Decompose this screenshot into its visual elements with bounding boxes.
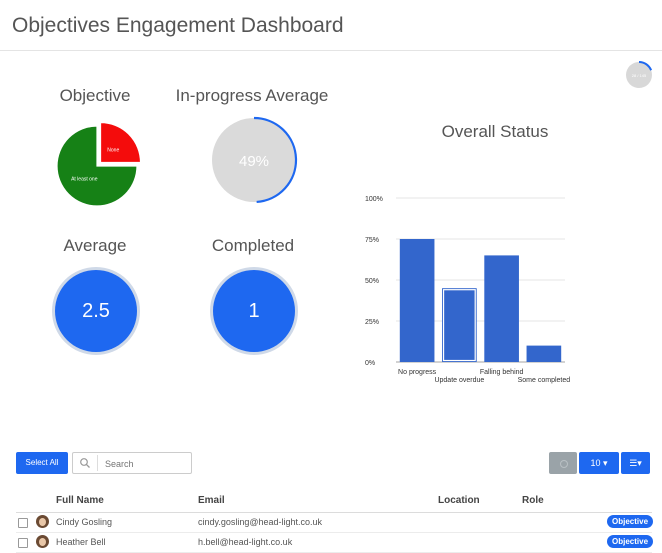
objective-badge: Objective	[607, 515, 654, 528]
average-title: Average	[63, 236, 127, 255]
select-all-button[interactable]: Select All	[16, 452, 68, 474]
table-row[interactable]: Cindy Gosling cindy.gosling@head-light.c…	[16, 512, 654, 533]
avatar	[36, 515, 49, 528]
objective-pie-chart: None At least one	[56, 121, 140, 207]
header-full-name[interactable]: Full Name	[56, 495, 104, 506]
refresh-button[interactable]	[549, 452, 577, 474]
refresh-icon	[560, 460, 568, 468]
y-tick-label: 25%	[365, 319, 379, 326]
search-icon	[80, 458, 90, 468]
objective-badge: Objective	[607, 535, 654, 548]
row-checkbox[interactable]	[18, 518, 28, 528]
x-tick-label: Some completed	[518, 377, 571, 384]
status-bar[interactable]	[399, 239, 435, 362]
y-tick-label: 100%	[365, 196, 383, 203]
status-bar[interactable]	[442, 288, 477, 362]
table-toolbar: Select All 10 ▾ ☰▾	[16, 452, 650, 476]
average-value-circle: 2.5	[55, 270, 137, 352]
table-row[interactable]: Heather Bell h.bell@head-light.co.uk Obj…	[16, 532, 654, 553]
row-name: Heather Bell	[56, 537, 106, 547]
status-bar[interactable]	[526, 345, 562, 362]
average-value: 2.5	[82, 300, 110, 322]
search-divider	[97, 455, 98, 471]
completed-title: Completed	[211, 236, 295, 255]
search-input[interactable]	[103, 455, 191, 473]
page-title: Objectives Engagement Dashboard	[12, 14, 344, 37]
pie-slice-label: At least one	[71, 177, 98, 183]
y-tick-label: 50%	[365, 278, 379, 285]
row-email: cindy.gosling@head-light.co.uk	[198, 517, 323, 527]
x-tick-label: Update overdue	[434, 377, 484, 384]
y-tick-label: 75%	[365, 237, 379, 244]
avatar	[36, 535, 49, 548]
completed-value: 1	[248, 300, 260, 322]
x-tick-label: No progress	[398, 369, 437, 376]
page-size-dropdown[interactable]: 10 ▾	[579, 452, 619, 474]
status-bar[interactable]	[484, 255, 519, 362]
header-email[interactable]: Email	[198, 495, 225, 506]
search-box	[72, 452, 192, 474]
header-role[interactable]: Role	[522, 495, 544, 506]
header-location[interactable]: Location	[438, 495, 480, 506]
row-checkbox[interactable]	[18, 538, 28, 548]
columns-menu-button[interactable]: ☰▾	[621, 452, 650, 474]
row-email: h.bell@head-light.co.uk	[198, 537, 293, 547]
pie-slice	[99, 121, 140, 164]
row-name: Cindy Gosling	[56, 517, 113, 527]
x-tick-label: Falling behind	[480, 369, 524, 376]
page-header: Objectives Engagement Dashboard	[0, 0, 662, 51]
y-tick-label: 0%	[365, 360, 375, 367]
mini-progress-label: 28 / 145	[632, 73, 647, 78]
in-progress-average-title: In-progress Average	[175, 86, 329, 105]
overall-status-bar-chart: 0% 25% 50% 75% 100% No progressUpdate overdue…	[365, 196, 571, 384]
in-progress-ring: 49%	[212, 116, 298, 204]
table-header: Full Name Email Location Role	[16, 490, 652, 513]
dashboard-frame: Objectives Engagement Dashboard 28 / 145…	[0, 0, 662, 553]
overall-status-title: Overall Status	[441, 122, 549, 141]
pie-slice-label: None	[107, 148, 119, 154]
mini-progress-ring: 28 / 145	[626, 61, 653, 88]
completed-value-circle: 1	[213, 270, 295, 352]
in-progress-value: 49%	[239, 153, 269, 170]
objective-title: Objective	[59, 86, 131, 105]
